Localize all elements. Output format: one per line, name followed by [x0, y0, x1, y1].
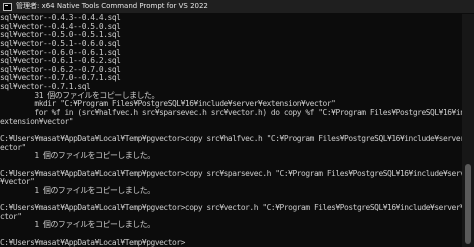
- output-line: C:¥Users¥masat¥AppData¥Local¥Temp¥pgvect…: [0, 133, 462, 143]
- output-line: 1 個のファイルをコピーしました。: [0, 185, 155, 195]
- output-line: extension¥vector": [0, 116, 74, 126]
- terminal-output[interactable]: sql¥vector--0.4.3--0.4.4.sql sql¥vector-…: [0, 14, 462, 247]
- vertical-scrollbar[interactable]: [462, 14, 474, 247]
- scrollbar-thumb[interactable]: [465, 164, 471, 244]
- output-line: 1 個のファイルをコピーしました。: [0, 151, 155, 161]
- output-line: C:¥Users¥masat¥AppData¥Local¥Temp¥pgvect…: [0, 203, 462, 213]
- window-title: 管理者: x64 Native Tools Command Prompt for…: [16, 2, 208, 10]
- output-line: C:¥Users¥masat¥AppData¥Local¥Temp¥pgvect…: [0, 168, 462, 178]
- terminal-icon: [3, 2, 12, 11]
- command-prompt-line[interactable]: C:¥Users¥masat¥AppData¥Local¥Temp¥pgvect…: [0, 238, 462, 247]
- output-line: 1 個のファイルをコピーしました。: [0, 220, 155, 230]
- title-bar[interactable]: 管理者: x64 Native Tools Command Prompt for…: [0, 0, 474, 13]
- command-prompt-window: 管理者: x64 Native Tools Command Prompt for…: [0, 0, 474, 247]
